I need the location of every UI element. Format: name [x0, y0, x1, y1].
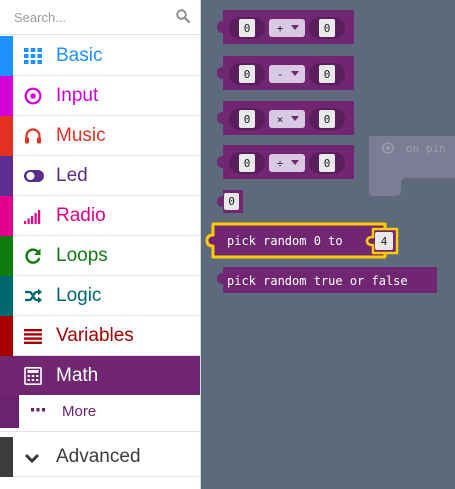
arithmetic-block-multiply[interactable]: 0 × 0 — [217, 101, 354, 135]
category-label: Logic — [56, 285, 102, 306]
shuffle-icon — [25, 288, 42, 304]
category-color-stripe — [0, 316, 13, 356]
divider — [0, 431, 200, 432]
operator-symbol: × — [277, 113, 284, 126]
number-value: 0 — [324, 22, 331, 35]
category-color-stripe — [0, 236, 13, 276]
refresh-icon — [25, 248, 41, 264]
category-label: Loops — [56, 245, 108, 266]
category-color-stripe — [0, 36, 13, 76]
pick-random-block[interactable]: pick random 0 to 4 — [205, 222, 399, 259]
operator-dropdown[interactable] — [269, 110, 305, 128]
category-color-stripe — [0, 196, 13, 236]
target-icon — [24, 87, 42, 105]
signal-bars-icon — [24, 210, 41, 224]
category-label: Music — [56, 125, 106, 146]
number-block[interactable]: 0 — [217, 190, 243, 213]
search-box[interactable] — [0, 0, 200, 35]
number-value: 0 — [228, 195, 235, 208]
list-icon — [24, 329, 42, 344]
category-label: Input — [56, 85, 99, 106]
category-label: Radio — [56, 205, 106, 226]
ellipsis-icon — [31, 408, 45, 412]
pick-random-boolean-label: pick random true or false — [227, 274, 408, 288]
workspace-event-block[interactable]: on pin — [369, 136, 455, 196]
category-color-stripe — [0, 276, 13, 316]
category-label: Led — [56, 165, 88, 186]
toolbox: Basic Input Music Led — [0, 0, 201, 489]
category-variables[interactable]: Variables — [0, 316, 200, 356]
category-label: Math — [56, 365, 99, 386]
arithmetic-block-subtract[interactable]: 0 - 0 — [217, 56, 354, 90]
grid-icon — [24, 48, 42, 64]
category-label: Advanced — [56, 446, 141, 467]
number-value: 0 — [244, 113, 251, 126]
category-label: Basic — [56, 45, 103, 66]
number-value: 0 — [244, 68, 251, 81]
pick-random-boolean-block[interactable]: pick random true or false — [217, 267, 437, 293]
number-value: 0 — [324, 113, 331, 126]
blocks-flyout[interactable]: on pin 0 + 0 0 - 0 0 × 0 0 ÷ 0 0 pick ra… — [201, 0, 455, 489]
category-loops[interactable]: Loops — [0, 236, 200, 276]
category-color-stripe — [0, 437, 13, 477]
operator-symbol: + — [277, 22, 284, 35]
operator-dropdown[interactable] — [269, 154, 305, 172]
operator-dropdown[interactable] — [269, 65, 305, 83]
category-radio[interactable]: Radio — [0, 196, 200, 236]
number-value: 0 — [244, 157, 251, 170]
number-value: 0 — [324, 68, 331, 81]
operator-symbol: ÷ — [277, 157, 284, 170]
number-value: 4 — [381, 235, 388, 248]
category-color-stripe — [0, 156, 13, 196]
toggle-icon — [24, 170, 44, 182]
category-logic[interactable]: Logic — [0, 276, 200, 316]
arithmetic-block-divide[interactable]: 0 ÷ 0 — [217, 145, 354, 179]
category-label: Variables — [56, 325, 134, 346]
category-color-stripe — [0, 76, 13, 116]
operator-dropdown[interactable] — [269, 19, 305, 37]
chevron-down-icon — [24, 453, 40, 464]
category-led[interactable]: Led — [0, 156, 200, 196]
category-input[interactable]: Input — [0, 76, 200, 116]
pick-random-label: pick random 0 to — [227, 234, 343, 248]
category-color-stripe — [0, 116, 13, 156]
operator-symbol: - — [277, 68, 284, 81]
category-math[interactable]: Math — [0, 356, 200, 396]
category-basic[interactable]: Basic — [0, 36, 200, 76]
category-color-stripe — [0, 395, 19, 428]
search-input[interactable] — [0, 0, 200, 34]
number-value: 0 — [244, 22, 251, 35]
category-advanced[interactable]: Advanced — [0, 437, 200, 477]
search-icon[interactable] — [176, 9, 190, 23]
headphones-icon — [25, 128, 41, 144]
number-value: 0 — [324, 157, 331, 170]
arithmetic-block-add[interactable]: 0 + 0 — [217, 10, 354, 44]
category-label: More — [62, 403, 97, 420]
calculator-icon — [24, 367, 42, 385]
category-music[interactable]: Music — [0, 116, 200, 156]
workspace-block-label: on pin — [406, 142, 446, 155]
category-more[interactable]: More — [0, 395, 200, 428]
